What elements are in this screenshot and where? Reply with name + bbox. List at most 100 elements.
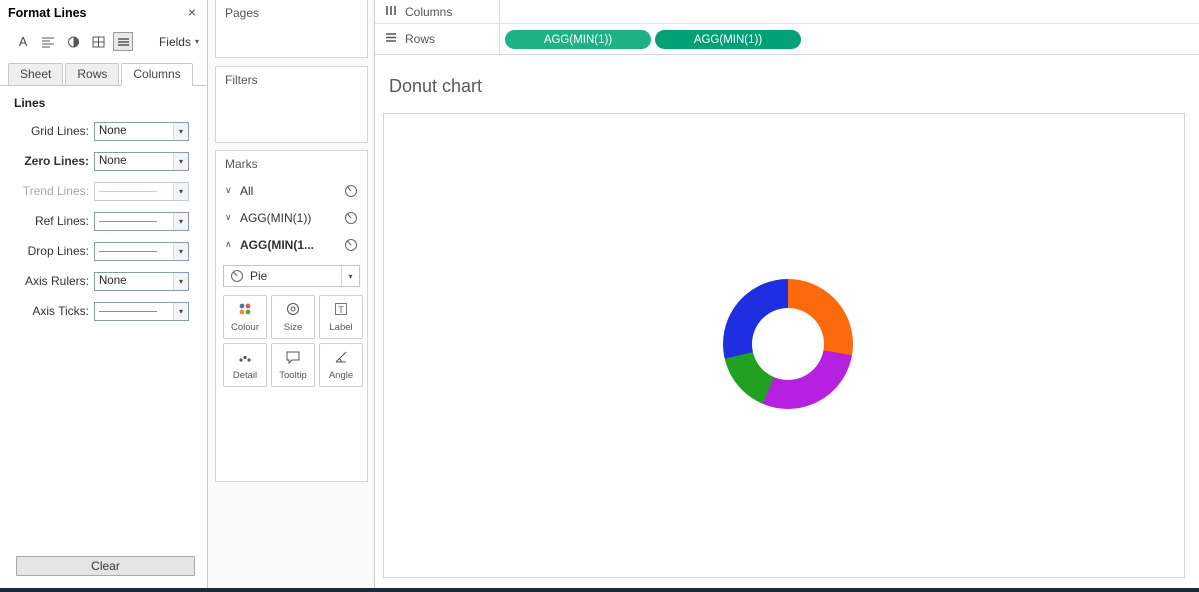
pie-mark-icon <box>230 269 244 283</box>
borders-icon[interactable] <box>88 32 108 51</box>
trend-lines-value <box>99 190 173 192</box>
size-icon <box>285 302 301 319</box>
clear-button[interactable]: Clear <box>16 556 195 576</box>
label-button[interactable]: T Label <box>319 295 363 339</box>
lines-section-title: Lines <box>14 96 46 110</box>
format-panel-header: Format Lines × <box>0 0 207 24</box>
tableau-window: Format Lines × A Fields ▾ Sheet Rows Col… <box>0 0 1199 592</box>
marks-card: Marks ∨ All ∨ AGG(MIN(1)) ∧ AGG(MIN(1...… <box>215 150 368 482</box>
marks-layer-agg-min-1-expanded[interactable]: ∧ AGG(MIN(1... <box>216 231 367 258</box>
marks-layer-label: All <box>240 183 254 198</box>
line-style-sample <box>99 310 157 312</box>
pie-mark-icon <box>344 238 358 252</box>
cards-pane: Pages Filters Marks ∨ All ∨ AGG(MIN(1)) <box>208 0 375 588</box>
alignment-icon[interactable] <box>38 32 58 51</box>
format-panel-title: Format Lines <box>8 6 87 20</box>
chevron-down-icon: ▾ <box>173 152 188 170</box>
axis-rulers-row: Axis Rulers: None ▾ <box>0 266 207 296</box>
axis-ticks-select[interactable]: ▾ <box>94 301 189 321</box>
drop-lines-value <box>99 250 173 252</box>
size-button[interactable]: Size <box>271 295 315 339</box>
line-style-sample <box>99 250 157 252</box>
pages-shelf[interactable]: Pages <box>215 0 368 58</box>
drop-lines-row: Drop Lines: ▾ <box>0 236 207 266</box>
zero-lines-label: Zero Lines: <box>24 154 89 168</box>
zero-lines-value: None <box>99 155 127 167</box>
detail-button[interactable]: Detail <box>223 343 267 387</box>
filters-shelf[interactable]: Filters <box>215 66 368 143</box>
tab-sheet[interactable]: Sheet <box>8 63 64 85</box>
chevron-down-icon: ▾ <box>173 242 188 260</box>
grid-lines-select[interactable]: None ▾ <box>94 121 189 141</box>
rows-icon <box>385 32 397 46</box>
angle-button[interactable]: Angle <box>319 343 363 387</box>
fields-label: Fields <box>158 34 191 49</box>
columns-shelf-label-box: Columns <box>375 0 500 23</box>
chevron-down-icon[interactable]: ▾ <box>341 266 359 286</box>
axis-rulers-select[interactable]: None ▾ <box>94 271 189 291</box>
close-icon[interactable]: × <box>188 4 196 20</box>
drop-lines-select[interactable]: ▾ <box>94 241 189 261</box>
donut-chart[interactable] <box>723 279 853 409</box>
ref-lines-select[interactable]: ▾ <box>94 211 189 231</box>
chart-canvas <box>383 113 1185 578</box>
view-pane: Columns Rows AGG(MIN(1)) AGG(MIN(1)) Don… <box>375 0 1199 588</box>
line-style-sample <box>99 220 157 222</box>
marks-label: Marks <box>225 157 258 171</box>
ref-lines-value <box>99 220 173 222</box>
zero-lines-row: Zero Lines: None ▾ <box>0 146 207 176</box>
format-toolbar: A Fields ▾ <box>0 24 207 57</box>
angle-icon <box>333 350 349 367</box>
colour-button-label: Colour <box>231 321 259 333</box>
marks-layer-agg-min-1[interactable]: ∨ AGG(MIN(1)) <box>216 204 367 231</box>
fields-dropdown[interactable]: Fields ▾ <box>159 35 199 49</box>
font-icon[interactable]: A <box>13 32 33 51</box>
tab-columns[interactable]: Columns <box>121 63 193 86</box>
chevron-down-icon: ▾ <box>173 272 188 290</box>
grid-lines-label: Grid Lines: <box>30 124 89 138</box>
chevron-up-icon: ∧ <box>225 239 232 249</box>
pages-label: Pages <box>225 6 260 20</box>
rows-shelf[interactable]: Rows AGG(MIN(1)) AGG(MIN(1)) <box>375 24 1199 55</box>
columns-icon <box>385 5 397 19</box>
marks-layer-label: AGG(MIN(1)) <box>240 210 312 225</box>
pill-agg-min-1-duplicate[interactable]: AGG(MIN(1)) <box>655 30 801 49</box>
mark-type-value: Pie <box>250 269 268 283</box>
chevron-down-icon: ▾ <box>173 302 188 320</box>
columns-shelf-label: Columns <box>405 4 453 19</box>
tooltip-icon <box>285 350 301 367</box>
lines-icon[interactable] <box>113 32 133 51</box>
tab-rows[interactable]: Rows <box>65 63 120 85</box>
chevron-down-icon: ▾ <box>173 212 188 230</box>
label-button-label: Label <box>329 321 353 333</box>
pie-mark-icon <box>344 184 358 198</box>
size-button-label: Size <box>283 321 303 333</box>
chevron-down-icon: ▾ <box>173 122 188 140</box>
chevron-down-icon: ∨ <box>225 185 232 195</box>
pill-agg-min-1[interactable]: AGG(MIN(1)) <box>505 30 651 49</box>
chevron-down-icon: ▾ <box>173 182 188 200</box>
marks-layer-label: AGG(MIN(1... <box>240 237 314 252</box>
grid-lines-row: Grid Lines: None ▾ <box>0 116 207 146</box>
axis-ticks-row: Axis Ticks: ▾ <box>0 296 207 326</box>
rows-shelf-label: Rows <box>405 32 436 46</box>
trend-lines-label: Trend Lines: <box>22 184 89 198</box>
colour-button[interactable]: Colour <box>223 295 267 339</box>
mark-type-select[interactable]: Pie ▾ <box>223 265 360 287</box>
mark-buttons-grid: Colour Size T Label Detail Tooltip Angle <box>216 293 367 387</box>
trend-lines-select: ▾ <box>94 181 189 201</box>
format-tabs: Sheet Rows Columns <box>0 57 207 86</box>
ref-lines-label: Ref Lines: <box>34 214 89 228</box>
window-bottom-edge <box>0 588 1199 592</box>
format-lines-panel: Format Lines × A Fields ▾ Sheet Rows Col… <box>0 0 208 588</box>
ref-lines-row: Ref Lines: ▾ <box>0 206 207 236</box>
grid-lines-value: None <box>99 125 127 137</box>
zero-lines-select[interactable]: None ▾ <box>94 151 189 171</box>
shading-icon[interactable] <box>63 32 83 51</box>
axis-rulers-label: Axis Rulers: <box>24 274 89 288</box>
tooltip-button[interactable]: Tooltip <box>271 343 315 387</box>
marks-layer-all[interactable]: ∨ All <box>216 177 367 204</box>
line-style-sample <box>99 190 157 192</box>
columns-shelf[interactable]: Columns <box>375 0 1199 24</box>
chevron-down-icon: ▾ <box>194 37 199 46</box>
